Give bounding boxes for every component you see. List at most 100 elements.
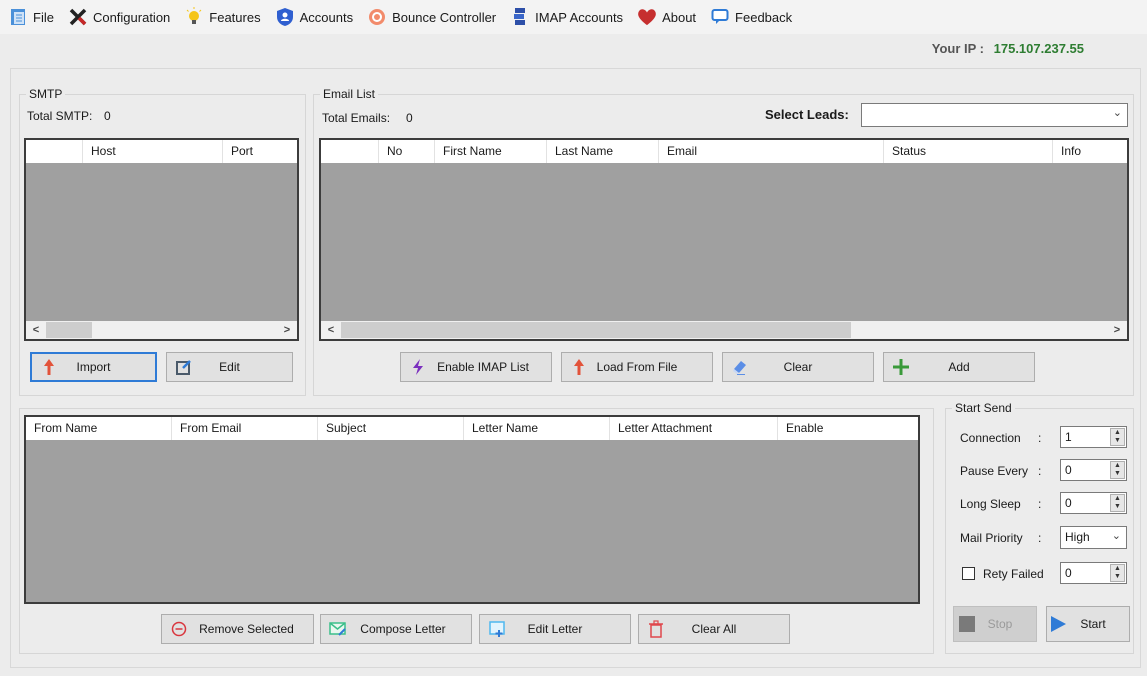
edit-letter-button[interactable]: Edit Letter xyxy=(479,614,631,644)
clear-emails-button[interactable]: Clear xyxy=(722,352,874,382)
scroll-thumb[interactable] xyxy=(46,322,92,338)
menu-imap-accounts[interactable]: IMAP Accounts xyxy=(510,7,623,27)
long-sleep-input[interactable]: 0 ▲ ▼ xyxy=(1060,492,1127,514)
ip-label: Your IP : xyxy=(931,41,984,56)
smtp-grid-header: Host Port xyxy=(26,140,297,163)
smtp-col-select[interactable] xyxy=(26,140,83,163)
spinner-arrows-icon[interactable]: ▲ ▼ xyxy=(1110,428,1125,446)
mail-priority-label: Mail Priority xyxy=(960,531,1023,545)
compose-letter-button[interactable]: Compose Letter xyxy=(320,614,472,644)
plus-icon xyxy=(892,358,910,376)
spinner-arrows-icon[interactable]: ▲ ▼ xyxy=(1110,494,1125,512)
ip-value: 175.107.237.55 xyxy=(993,41,1084,56)
edit-icon xyxy=(175,358,193,376)
email-list-title: Email List xyxy=(320,87,379,101)
email-col-email[interactable]: Email xyxy=(659,140,884,163)
start-button[interactable]: Start xyxy=(1046,606,1130,642)
ip-display: Your IP : 175.107.237.55 xyxy=(932,41,1084,56)
edit-letter-icon xyxy=(488,620,506,638)
menu-configuration[interactable]: Configuration xyxy=(68,7,170,27)
envelope-edit-icon xyxy=(329,620,347,638)
spinner-arrows-icon[interactable]: ▲ ▼ xyxy=(1110,461,1125,479)
file-icon xyxy=(8,7,28,27)
scroll-left-icon[interactable]: < xyxy=(28,321,44,339)
long-sleep-label: Long Sleep xyxy=(960,497,1021,511)
remove-selected-button[interactable]: Remove Selected xyxy=(161,614,314,644)
heart-icon xyxy=(637,7,657,27)
chat-icon xyxy=(710,7,730,27)
retry-failed-checkbox[interactable] xyxy=(962,567,975,580)
smtp-col-port[interactable]: Port xyxy=(223,140,297,163)
start-send-title: Start Send xyxy=(952,401,1015,415)
chevron-down-icon: ⌄ xyxy=(1112,107,1122,119)
trash-icon xyxy=(647,620,665,638)
edit-smtp-button[interactable]: Edit xyxy=(166,352,293,382)
menu-bounce-controller[interactable]: Bounce Controller xyxy=(367,7,496,27)
email-grid[interactable]: No First Name Last Name Email Status Inf… xyxy=(319,138,1129,341)
scroll-right-icon[interactable]: > xyxy=(279,321,295,339)
letters-col-subject[interactable]: Subject xyxy=(318,417,464,440)
menu-features[interactable]: Features xyxy=(184,7,261,27)
scroll-thumb[interactable] xyxy=(341,322,851,338)
retry-failed-input[interactable]: 0 ▲ ▼ xyxy=(1060,562,1127,584)
connection-input[interactable]: 1 ▲ ▼ xyxy=(1060,426,1127,448)
letters-col-letter-name[interactable]: Letter Name xyxy=(464,417,610,440)
stop-button[interactable]: Stop xyxy=(953,606,1037,642)
spinner-arrows-icon[interactable]: ▲ ▼ xyxy=(1110,564,1125,582)
enable-imap-list-button[interactable]: Enable IMAP List xyxy=(400,352,552,382)
mail-priority-select[interactable]: High ⌄ xyxy=(1060,526,1127,549)
add-email-button[interactable]: Add xyxy=(883,352,1035,382)
connection-label: Connection xyxy=(960,431,1021,445)
letters-col-letter-attachment[interactable]: Letter Attachment xyxy=(610,417,778,440)
eraser-icon xyxy=(731,358,749,376)
scroll-left-icon[interactable]: < xyxy=(323,321,339,339)
smtp-grid[interactable]: Host Port < > xyxy=(24,138,299,341)
load-from-file-button[interactable]: Load From File xyxy=(561,352,713,382)
menu-about[interactable]: About xyxy=(637,7,696,27)
letters-col-enable[interactable]: Enable xyxy=(778,417,918,440)
smtp-col-host[interactable]: Host xyxy=(83,140,223,163)
lightning-icon xyxy=(409,358,427,376)
clear-all-button[interactable]: Clear All xyxy=(638,614,790,644)
email-col-no[interactable]: No xyxy=(379,140,435,163)
smtp-group-title: SMTP xyxy=(26,87,66,101)
smtp-hscrollbar[interactable]: < > xyxy=(26,321,297,339)
select-leads-label: Select Leads: xyxy=(765,107,849,122)
menu-feedback[interactable]: Feedback xyxy=(710,7,792,27)
menu-file[interactable]: File xyxy=(8,7,54,27)
email-grid-header: No First Name Last Name Email Status Inf… xyxy=(321,140,1127,163)
minus-circle-icon xyxy=(170,620,188,638)
arrow-up-icon xyxy=(570,358,588,376)
arrow-up-icon xyxy=(40,358,58,376)
email-col-first-name[interactable]: First Name xyxy=(435,140,547,163)
lightbulb-icon xyxy=(184,7,204,27)
letters-col-from-name[interactable]: From Name xyxy=(26,417,172,440)
total-smtp-value: 0 xyxy=(104,109,111,123)
total-emails-value: 0 xyxy=(406,111,413,125)
email-col-info[interactable]: Info xyxy=(1053,140,1127,163)
select-leads-dropdown[interactable]: ⌄ xyxy=(861,103,1128,127)
email-col-status[interactable]: Status xyxy=(884,140,1053,163)
play-icon xyxy=(1049,615,1067,633)
email-col-select[interactable] xyxy=(321,140,379,163)
letters-grid-header: From Name From Email Subject Letter Name… xyxy=(26,417,918,440)
pause-every-label: Pause Every xyxy=(960,464,1029,478)
pause-every-input[interactable]: 0 ▲ ▼ xyxy=(1060,459,1127,481)
retry-failed-label: Rety Failed xyxy=(983,567,1044,581)
user-shield-icon xyxy=(275,7,295,27)
tools-icon xyxy=(68,7,88,27)
chevron-down-icon: ⌄ xyxy=(1111,530,1121,542)
letters-col-from-email[interactable]: From Email xyxy=(172,417,318,440)
letters-grid[interactable]: From Name From Email Subject Letter Name… xyxy=(24,415,920,604)
bounce-icon xyxy=(367,7,387,27)
total-emails-label: Total Emails: xyxy=(322,111,391,125)
import-button[interactable]: Import xyxy=(30,352,157,382)
menu-accounts[interactable]: Accounts xyxy=(275,7,353,27)
servers-icon xyxy=(510,7,530,27)
total-smtp-label: Total SMTP: xyxy=(27,109,93,123)
menu-bar: File Configuration Features Accounts Bou… xyxy=(0,0,1147,34)
scroll-right-icon[interactable]: > xyxy=(1109,321,1125,339)
stop-icon xyxy=(958,615,976,633)
email-hscrollbar[interactable]: < > xyxy=(321,321,1127,339)
email-col-last-name[interactable]: Last Name xyxy=(547,140,659,163)
